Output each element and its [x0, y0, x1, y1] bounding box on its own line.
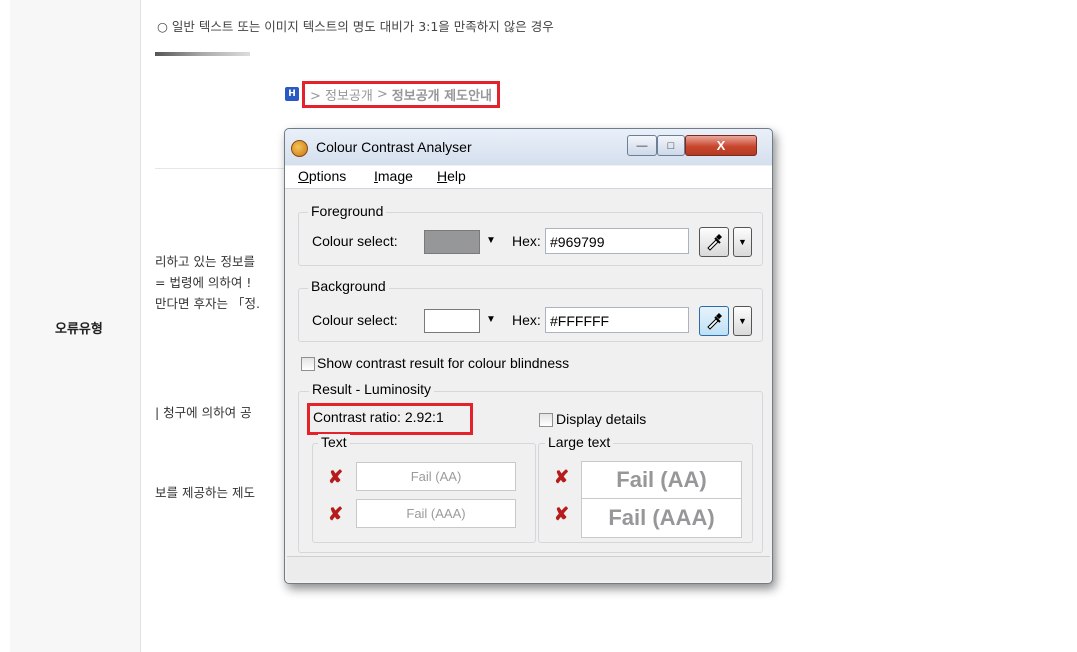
contrast-ratio: Contrast ratio: 2.92:1: [313, 409, 444, 425]
colour-contrast-analyser-window: Colour Contrast Analyser — □ X Options I…: [284, 128, 773, 584]
fail-icon: ✘: [554, 504, 570, 524]
category-column: 오류유형: [10, 0, 141, 652]
foreground-colour-swatch[interactable]: [424, 230, 480, 254]
fail-icon: ✘: [328, 504, 344, 524]
menu-help-label: elp: [447, 168, 466, 184]
breadcrumb: H > 정보공개 > 정보공개 제도안내: [285, 80, 500, 108]
menu-bar: Options Image Help: [285, 166, 772, 189]
text-group-title: Text: [318, 434, 350, 450]
background-options-dropdown[interactable]: ▼: [733, 306, 752, 336]
background-colour-swatch[interactable]: [424, 309, 480, 333]
colour-blindness-checkbox[interactable]: [301, 357, 315, 371]
category-label: 오류유형: [55, 322, 103, 337]
large-text-aa-result: Fail (AA): [581, 461, 742, 499]
eyedropper-icon: [707, 234, 722, 251]
result-group-title: Result - Luminosity: [309, 381, 435, 397]
display-details-checkbox[interactable]: [539, 413, 553, 427]
home-icon: H: [285, 87, 299, 101]
fail-icon: ✘: [328, 467, 344, 487]
large-text-group-title: Large text: [545, 434, 614, 450]
text-results-group: [312, 443, 536, 543]
breadcrumb-current: 정보공개 제도안내: [391, 88, 492, 104]
menu-options-label: ptions: [308, 168, 347, 184]
foreground-colour-select-label: Colour select:: [312, 233, 398, 249]
body-text-fragment: 보를 제공하는 제도: [155, 485, 255, 500]
maximize-button[interactable]: □: [657, 135, 685, 156]
close-button[interactable]: X: [685, 135, 757, 156]
body-text-fragment: 만다면 후자는 「정.: [155, 296, 260, 311]
text-aa-result: Fail (AA): [356, 462, 516, 491]
foreground-hex-input[interactable]: #969799: [545, 228, 689, 254]
breadcrumb-separator: >: [376, 86, 388, 102]
body-text-fragment: 리하고 있는 정보를: [155, 254, 255, 269]
foreground-eyedropper-button[interactable]: [699, 227, 729, 257]
menu-image[interactable]: Image: [374, 168, 413, 184]
menu-help[interactable]: Help: [437, 168, 466, 184]
breadcrumb-highlight: > 정보공개 > 정보공개 제도안내: [302, 80, 500, 108]
text-aaa-result: Fail (AAA): [356, 499, 516, 528]
palette-icon: [291, 140, 308, 157]
eyedropper-icon: [707, 313, 722, 330]
foreground-hex-label: Hex:: [512, 233, 541, 249]
foreground-colour-dropdown-icon[interactable]: ▼: [486, 235, 496, 246]
background-hex-label: Hex:: [512, 312, 541, 328]
body-text-fragment: | 청구에 의하여 공: [155, 405, 252, 420]
title-bar[interactable]: Colour Contrast Analyser — □ X: [285, 129, 772, 165]
colour-blindness-label[interactable]: Show contrast result for colour blindnes…: [317, 355, 569, 371]
minimize-button[interactable]: —: [627, 135, 657, 156]
background-colour-dropdown-icon[interactable]: ▼: [486, 314, 496, 325]
fail-icon: ✘: [554, 467, 570, 487]
error-description: ○ 일반 텍스트 또는 이미지 텍스트의 명도 대비가 3:1을 만족하지 않은…: [157, 19, 554, 34]
foreground-group-title: Foreground: [308, 203, 387, 219]
large-text-aaa-result: Fail (AAA): [581, 498, 742, 538]
decorative-bar: [155, 52, 250, 56]
menu-options[interactable]: Options: [298, 168, 346, 184]
window-title: Colour Contrast Analyser: [316, 139, 472, 155]
menu-image-label: mage: [377, 168, 413, 184]
background-colour-select-label: Colour select:: [312, 312, 398, 328]
background-group-title: Background: [308, 278, 389, 294]
background-eyedropper-button[interactable]: [699, 306, 729, 336]
background-hex-input[interactable]: #FFFFFF: [545, 307, 689, 333]
status-bar: [287, 556, 770, 581]
display-details-label[interactable]: Display details: [556, 411, 646, 427]
body-text-fragment: = 법령에 의하여 !: [155, 275, 252, 290]
breadcrumb-path[interactable]: > 정보공개: [310, 85, 373, 104]
foreground-options-dropdown[interactable]: ▼: [733, 227, 752, 257]
